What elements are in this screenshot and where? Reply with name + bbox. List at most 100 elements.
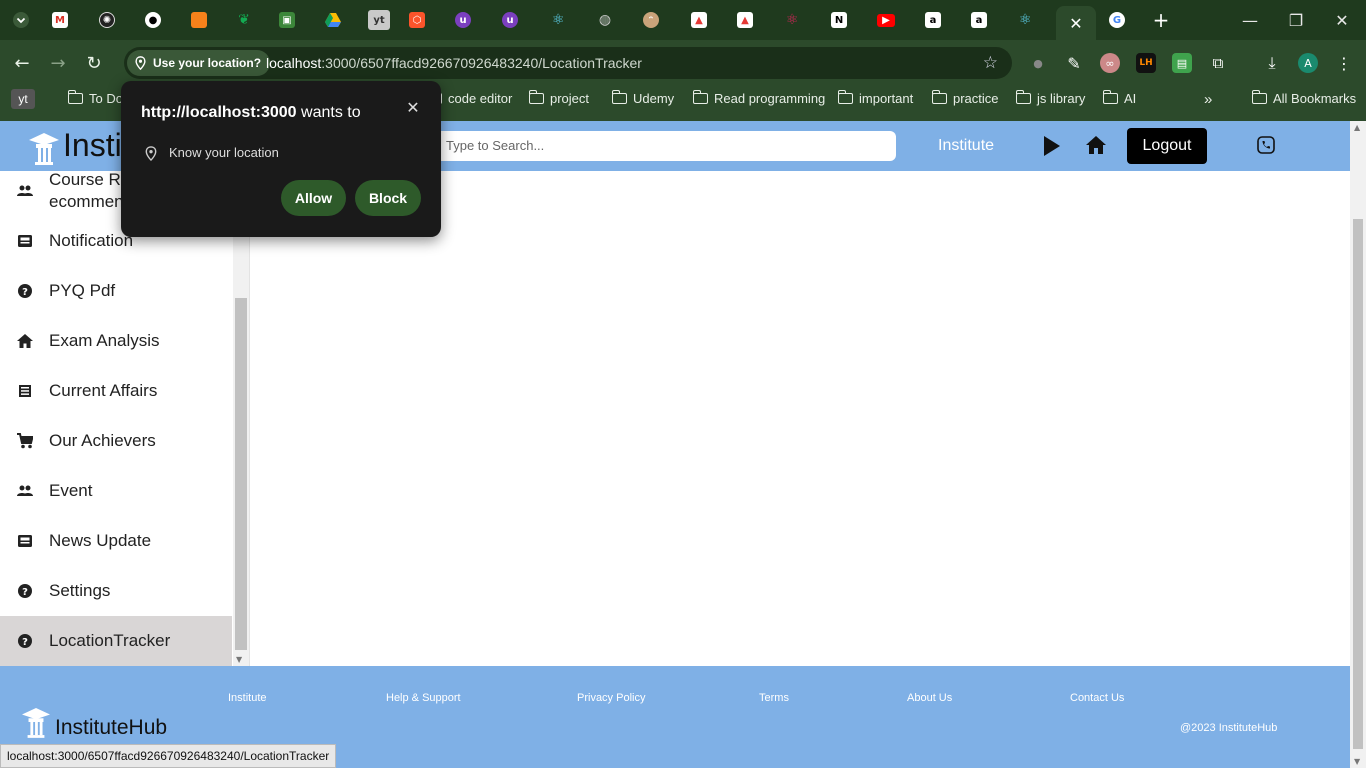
content-divider <box>249 171 250 666</box>
tab-ublock-2[interactable]: u <box>495 6 525 34</box>
footer-brand[interactable]: InstituteHub <box>55 716 167 740</box>
popup-close-button[interactable]: ✕ <box>405 101 421 117</box>
bookmark-folder[interactable]: js library <box>1015 90 1086 106</box>
sidebar: Course Recommendation Notification ? PYQ… <box>0 171 250 666</box>
bookmark-label: All Bookmarks <box>1273 91 1357 106</box>
tab-node[interactable]: ▣ <box>272 6 302 34</box>
tab-react-2[interactable]: ⚛ <box>777 6 807 34</box>
address-bar[interactable]: Use your location? localhost:3000/6507ff… <box>124 47 1012 79</box>
tab-google[interactable]: G <box>1102 6 1132 34</box>
sidebar-item-pyq-pdf[interactable]: ? PYQ Pdf <box>0 266 232 316</box>
lighthouse-icon[interactable]: LH <box>1136 53 1156 73</box>
tab-amazon-2[interactable]: a <box>964 6 994 34</box>
tab-cat[interactable]: ᵔ <box>636 6 666 34</box>
tab-drive[interactable] <box>318 6 348 34</box>
bookmark-yt[interactable]: yt <box>11 89 35 109</box>
menu-kebab-icon[interactable]: ⋮ <box>1334 53 1354 73</box>
play-store-icon[interactable] <box>1042 135 1062 157</box>
sidebar-item-settings[interactable]: ? Settings <box>0 566 232 616</box>
tab-youtube[interactable]: ▶ <box>871 6 901 34</box>
bookmark-folder[interactable]: Udemy <box>611 90 674 106</box>
tab-mongodb[interactable]: ❦ <box>229 6 259 34</box>
footer-link-about-us[interactable]: About Us <box>907 692 952 704</box>
tab-active-close[interactable]: ✕ <box>1056 6 1096 40</box>
bookmark-label: js library <box>1037 91 1086 106</box>
nav-institute-link[interactable]: Institute <box>938 137 994 155</box>
tab-orange[interactable] <box>184 6 214 34</box>
back-button[interactable]: ← <box>9 50 35 76</box>
people-icon <box>17 485 33 496</box>
scroll-down-arrow-icon[interactable]: ▼ <box>1354 757 1360 766</box>
page-scrollbar-thumb[interactable] <box>1353 219 1363 749</box>
bookmark-folder[interactable]: project <box>528 90 589 106</box>
extension-glasses-icon[interactable]: ∞ <box>1100 53 1120 73</box>
sidebar-item-locationtracker[interactable]: ? LocationTracker <box>0 616 232 666</box>
footer-link-help-support[interactable]: Help & Support <box>386 692 461 704</box>
bookmarks-overflow-button[interactable]: » <box>1204 91 1212 108</box>
all-bookmarks-button[interactable]: All Bookmarks <box>1251 90 1357 106</box>
sidebar-item-our-achievers[interactable]: Our Achievers <box>0 416 232 466</box>
bookmark-folder[interactable]: AI <box>1102 90 1136 106</box>
footer-link-terms[interactable]: Terms <box>759 692 789 704</box>
profile-avatar[interactable]: A <box>1298 53 1318 73</box>
tab-globe[interactable]: ◍ <box>590 6 620 34</box>
sidebar-scrollbar-thumb[interactable] <box>235 298 247 650</box>
bookmark-folder[interactable]: important <box>837 90 913 106</box>
sidebar-item-current-affairs[interactable]: Current Affairs <box>0 366 232 416</box>
allow-button[interactable]: Allow <box>281 180 346 216</box>
bookmark-folder[interactable]: To Do <box>67 90 123 106</box>
url-host: localhost <box>266 55 322 71</box>
scroll-up-arrow-icon[interactable]: ▲ <box>1354 123 1360 132</box>
tab-search-button[interactable] <box>6 6 36 34</box>
tab-brave[interactable]: ⬡ <box>402 6 432 34</box>
tab-triangle-2[interactable]: ▲ <box>730 6 760 34</box>
minimize-button[interactable]: — <box>1234 8 1266 32</box>
tab-triangle-1[interactable]: ▲ <box>684 6 714 34</box>
logout-button[interactable]: Logout <box>1127 128 1207 164</box>
home-icon[interactable] <box>1085 134 1107 156</box>
tab-yt-text[interactable]: yt <box>364 6 394 34</box>
block-button[interactable]: Block <box>355 180 421 216</box>
tab-react-3[interactable]: ⚛ <box>1010 6 1040 34</box>
notion-icon: N <box>831 12 847 28</box>
restore-button[interactable]: ❐ <box>1280 8 1312 32</box>
new-tab-button[interactable]: + <box>1146 6 1176 34</box>
tab-notion[interactable]: N <box>824 6 854 34</box>
forward-button[interactable]: → <box>45 50 71 76</box>
google-drive-icon <box>325 13 341 27</box>
node-icon: ▣ <box>279 12 295 28</box>
bookmark-star-icon[interactable]: ☆ <box>983 53 998 73</box>
reload-button[interactable]: ↻ <box>81 50 107 76</box>
bookmark-folder[interactable]: practice <box>931 90 999 106</box>
sidebar-item-exam-analysis[interactable]: Exam Analysis <box>0 316 232 366</box>
eyedropper-icon[interactable]: ✎ <box>1064 53 1084 73</box>
tab-gmail[interactable]: M <box>45 6 75 34</box>
extensions-puzzle-icon[interactable]: ⧉ <box>1208 53 1228 73</box>
location-permission-chip[interactable]: Use your location? <box>127 50 271 76</box>
copyright-text: @2023 InstituteHub <box>1180 722 1278 734</box>
close-window-button[interactable]: ✕ <box>1326 8 1358 32</box>
tab-chatgpt[interactable]: ✺ <box>92 6 122 34</box>
footer-link-institute[interactable]: Institute <box>228 692 267 704</box>
home-icon <box>17 334 33 348</box>
amazon-icon: a <box>925 12 941 28</box>
sidebar-scrollbar[interactable]: ▼ <box>233 171 250 666</box>
sidebar-item-news-update[interactable]: News Update <box>0 516 232 566</box>
sidebar-item-event[interactable]: Event <box>0 466 232 516</box>
tab-ublock-1[interactable]: u <box>448 6 478 34</box>
footer-link-privacy-policy[interactable]: Privacy Policy <box>577 692 645 704</box>
phone-icon[interactable] <box>1257 136 1275 154</box>
scroll-down-arrow-icon[interactable]: ▼ <box>236 655 242 664</box>
tab-react-1[interactable]: ⚛ <box>543 6 573 34</box>
page-scrollbar[interactable]: ▲ ▼ <box>1350 121 1366 768</box>
tab-amazon-1[interactable]: a <box>918 6 948 34</box>
search-input[interactable]: Type to Search... <box>420 131 896 161</box>
download-icon[interactable]: ⤓ <box>1262 53 1282 73</box>
extension-green-icon[interactable]: ▤ <box>1172 53 1192 73</box>
url-text[interactable]: localhost:3000/6507ffacd926670926483240/… <box>266 47 642 79</box>
tab-github[interactable]: ● <box>138 6 168 34</box>
footer-link-contact-us[interactable]: Contact Us <box>1070 692 1124 704</box>
sidebar-item-label: News Update <box>49 531 152 550</box>
extension-mouse-icon[interactable]: ● <box>1028 53 1048 73</box>
bookmark-folder[interactable]: Read programming <box>692 90 825 106</box>
